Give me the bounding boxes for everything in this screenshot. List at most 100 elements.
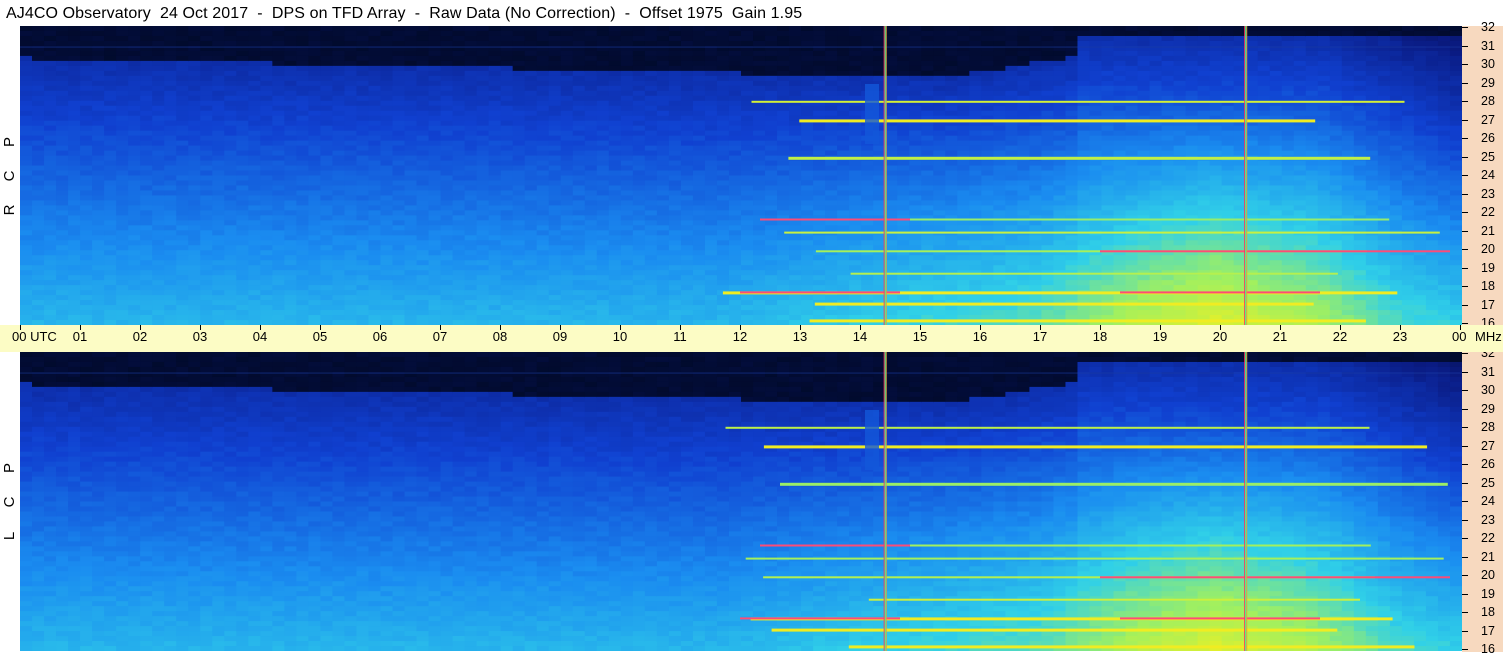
rcp-cell bbox=[716, 90, 730, 97]
rcp-cell bbox=[909, 195, 922, 202]
rcp-cell bbox=[692, 195, 706, 202]
rcp-cell bbox=[692, 95, 706, 102]
rcp-cell bbox=[753, 145, 766, 152]
rcp-cell bbox=[440, 35, 454, 42]
rcp-cell bbox=[320, 220, 334, 226]
rcp-cell bbox=[416, 315, 430, 321]
rcp-cell bbox=[368, 30, 382, 37]
rcp-cell bbox=[608, 130, 622, 137]
rcp-cell bbox=[753, 275, 766, 281]
rcp-cell bbox=[296, 200, 309, 206]
rcp-cell bbox=[272, 240, 285, 246]
rcp-cell bbox=[608, 115, 622, 122]
rcp-cell bbox=[596, 30, 610, 37]
rcp-cell bbox=[560, 120, 574, 127]
rcp-cell bbox=[92, 80, 105, 87]
rcp-cell bbox=[272, 225, 285, 231]
rcp-cell bbox=[104, 35, 117, 42]
rcp-cell bbox=[716, 145, 730, 152]
rcp-cell bbox=[548, 285, 562, 291]
rcp-cell bbox=[464, 60, 478, 67]
rcp-cell bbox=[813, 285, 826, 291]
rcp-cell bbox=[753, 40, 766, 47]
rcp-cell bbox=[296, 270, 309, 276]
rcp-cell bbox=[224, 285, 237, 291]
rcp-cell bbox=[392, 255, 406, 261]
rcp-cell bbox=[524, 120, 538, 127]
rcp-cell bbox=[452, 130, 466, 137]
rcp-cell bbox=[20, 40, 33, 47]
rcp-cell bbox=[128, 170, 141, 177]
rcp-cell bbox=[849, 220, 862, 226]
rcp-cell bbox=[416, 285, 430, 291]
rcp-cell bbox=[993, 220, 1006, 226]
rcp-cell bbox=[897, 110, 910, 117]
rcp-cell bbox=[548, 275, 562, 281]
rcp-cell bbox=[813, 175, 826, 182]
rcp-cell bbox=[753, 220, 766, 226]
rcp-cell bbox=[837, 285, 850, 291]
rcp-cell bbox=[813, 150, 826, 157]
rcp-cell bbox=[272, 235, 285, 241]
rcp-cell bbox=[308, 145, 322, 152]
rcp-cell bbox=[801, 60, 814, 67]
rcp-cell bbox=[680, 135, 694, 142]
rcp-cell bbox=[476, 310, 490, 316]
rcp-cell bbox=[308, 80, 322, 87]
rcp-cell bbox=[224, 200, 237, 206]
rcp-cell bbox=[512, 35, 526, 42]
rcp-cell bbox=[20, 170, 33, 177]
rcp-cell bbox=[428, 235, 442, 241]
rcp-cell bbox=[32, 170, 45, 177]
rcp-cell bbox=[500, 285, 514, 291]
rcp-cell bbox=[572, 140, 586, 147]
rcp-cell bbox=[921, 225, 934, 231]
rcp-cell bbox=[92, 295, 105, 301]
rcp-cell bbox=[32, 210, 45, 216]
rcp-cell bbox=[765, 210, 778, 216]
rcp-cell bbox=[464, 50, 478, 57]
rcp-cell bbox=[716, 200, 730, 206]
rcp-cell bbox=[656, 35, 670, 42]
rcp-cell bbox=[140, 265, 153, 271]
rcp-cell bbox=[464, 305, 478, 311]
rcp-cell bbox=[885, 275, 898, 281]
rcp-cell bbox=[801, 140, 814, 147]
rcp-cell bbox=[404, 55, 418, 62]
rcp-cell bbox=[524, 130, 538, 137]
rcp-cell bbox=[753, 130, 766, 137]
rcp-cell bbox=[308, 165, 322, 172]
rcp-cell bbox=[188, 235, 201, 241]
rcp-cell bbox=[668, 85, 682, 92]
rcp-cell bbox=[536, 220, 550, 226]
rcp-cell bbox=[849, 280, 862, 286]
rcp-cell bbox=[524, 305, 538, 311]
rcp-cell bbox=[332, 125, 346, 132]
rcp-cell bbox=[404, 280, 418, 286]
rcp-cell bbox=[680, 270, 694, 276]
rcp-cell bbox=[464, 190, 478, 197]
rcp-cell bbox=[248, 285, 261, 291]
rcp-cell bbox=[536, 200, 550, 206]
rcp-cell bbox=[332, 180, 346, 187]
rcp-cell bbox=[704, 300, 718, 306]
rcp-cell bbox=[728, 170, 742, 177]
rcp-cell bbox=[464, 145, 478, 152]
rcp-cell bbox=[753, 160, 766, 167]
rcp-cell bbox=[404, 205, 418, 211]
rcp-cell bbox=[56, 245, 69, 251]
rcp-cell bbox=[572, 50, 586, 57]
rcp-cell bbox=[128, 150, 141, 157]
rcp-cell bbox=[668, 170, 682, 177]
rcp-cell bbox=[945, 140, 958, 147]
rcp-cell bbox=[344, 235, 358, 241]
rcp-cell bbox=[368, 225, 382, 231]
rcp-cell bbox=[656, 180, 670, 187]
rcp-cell bbox=[644, 175, 658, 182]
rcp-cell bbox=[716, 110, 730, 117]
rcp-cell bbox=[164, 70, 177, 77]
rcp-cell bbox=[608, 255, 622, 261]
rcp-cell bbox=[368, 135, 382, 142]
rcp-cell bbox=[392, 310, 406, 316]
rcp-cell bbox=[284, 60, 297, 67]
